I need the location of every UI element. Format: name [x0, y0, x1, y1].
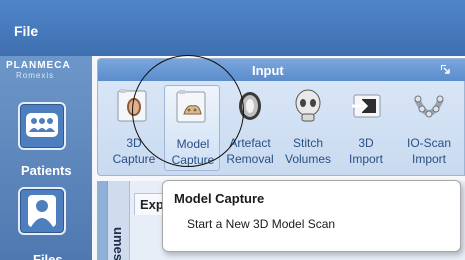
3d-capture-button[interactable]: 3D Capture [106, 85, 162, 171]
app-window: File PLANMECA Romexis Patients Files Inp… [0, 0, 465, 260]
capture-3d-icon [117, 89, 147, 122]
files-icon [28, 195, 56, 227]
tool-label: 3D Capture [112, 136, 156, 166]
tooltip-description: Start a New 3D Model Scan [187, 217, 336, 231]
model-capture-button[interactable]: Model Capture [164, 85, 220, 171]
import-3d-icon [352, 94, 381, 118]
artefact-removal-icon [239, 92, 261, 120]
files-button[interactable] [18, 187, 66, 235]
vertical-tab-label: umes [111, 227, 126, 260]
ribbon-group-header: Input [98, 59, 465, 81]
tool-label: 3D Import [348, 136, 383, 166]
tooltip: Model Capture Start a New 3D Model Scan [162, 180, 461, 252]
sidebar: PLANMECA Romexis Patients Files [0, 56, 92, 260]
tool-label: Model Capture [171, 137, 215, 167]
model-capture-icon [176, 90, 206, 123]
ribbon-group-title: Input [252, 63, 284, 78]
patients-icon [26, 113, 58, 137]
brand-name: PLANMECA [6, 60, 71, 71]
sidebar-item-patients-label: Patients [21, 163, 72, 178]
3d-import-button[interactable]: 3D Import [338, 85, 394, 171]
patients-button[interactable] [18, 102, 66, 150]
file-menu[interactable]: File [14, 23, 38, 39]
sidebar-item-files-label: Files [33, 252, 63, 260]
vertical-tab-volumes[interactable]: umes [108, 181, 130, 260]
stitch-volumes-icon [295, 89, 321, 122]
tooltip-title: Model Capture [174, 191, 265, 206]
tool-label: Artefact Removal [226, 136, 274, 166]
brand-product: Romexis [16, 71, 55, 80]
tool-label: Stitch Volumes [284, 136, 332, 166]
io-scan-import-button[interactable]: IO-Scan Import [401, 85, 457, 171]
ioscan-import-icon [414, 95, 444, 118]
title-bar: File [0, 0, 465, 56]
artefact-removal-button[interactable]: Artefact Removal [222, 85, 278, 171]
stitch-volumes-button[interactable]: Stitch Volumes [280, 85, 336, 171]
ribbon-group-input: Input 3D Capture Model Capture Artefact … [97, 58, 465, 176]
dialog-launcher-icon[interactable] [440, 64, 450, 74]
panel-tab-label: Exp [140, 197, 164, 212]
tool-label: IO-Scan Import [406, 136, 451, 166]
